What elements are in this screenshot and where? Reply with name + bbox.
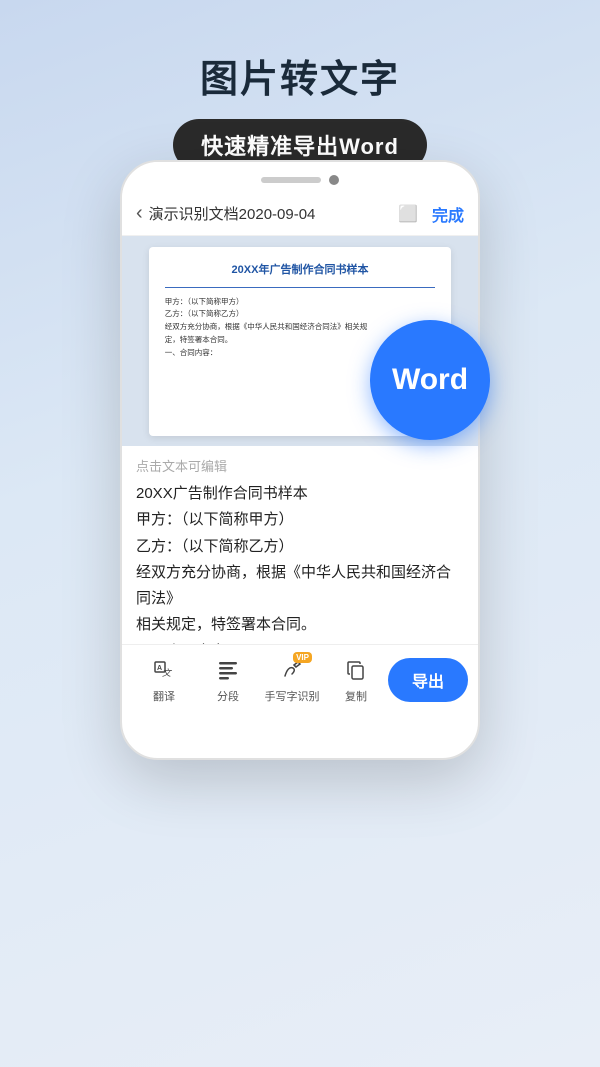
notch-bar [261, 177, 321, 183]
translate-label: 翻译 [153, 688, 175, 704]
text-line-jingfs: 经双方充分协商，根据《中华人民共和国经济合同法》 [136, 560, 464, 613]
text-content-area[interactable]: 点击文本可编辑 20XX广告制作合同书样本 甲方：（以下简称甲方） 乙方：（以下… [122, 446, 478, 644]
doc-title-text: 演示识别文档2020-09-04 [149, 203, 398, 224]
text-line-hetong: 一、合同内容： [136, 639, 464, 645]
phone-mockup: Word ‹ 演示识别文档2020-09-04 ⬜ 完成 20XX年广告制作合同… [120, 160, 480, 880]
copy-label: 复制 [345, 688, 367, 704]
toolbar-copy[interactable]: 复制 [324, 656, 388, 704]
toolbar-handwriting[interactable]: VIP 手写字识别 [260, 656, 324, 704]
doc-line-2: 乙方：（以下简称乙方） [165, 308, 436, 321]
handwriting-label: 手写字识别 [265, 688, 320, 704]
export-button[interactable]: 导出 [388, 658, 468, 702]
phone-body: 20XX年广告制作合同书样本 甲方：（以下简称甲方） 乙方：（以下简称乙方） 经… [122, 236, 478, 644]
doc-paper-title: 20XX年广告制作合同书样本 [165, 261, 436, 277]
word-badge: Word [370, 320, 490, 440]
doc-line-1: 甲方：（以下简称甲方） [165, 296, 436, 309]
done-button[interactable]: 完成 [432, 202, 464, 226]
phone-content: ‹ 演示识别文档2020-09-04 ⬜ 完成 20XX年广告制作合同书样本 甲… [122, 192, 478, 714]
export-square-icon[interactable]: ⬜ [398, 204, 418, 224]
editable-hint: 点击文本可编辑 [136, 456, 464, 475]
text-line-yi: 乙方：（以下简称乙方） [136, 534, 464, 560]
text-line-jia: 甲方：（以下简称甲方） [136, 507, 464, 533]
phone-header: ‹ 演示识别文档2020-09-04 ⬜ 完成 [122, 192, 478, 236]
paragraph-icon [214, 656, 242, 684]
vip-badge: VIP [293, 652, 312, 663]
notch-dot [329, 175, 339, 185]
paragraph-label: 分段 [217, 688, 239, 704]
phone-frame: ‹ 演示识别文档2020-09-04 ⬜ 完成 20XX年广告制作合同书样本 甲… [120, 160, 480, 760]
text-line-title: 20XX广告制作合同书样本 [136, 481, 464, 507]
toolbar-paragraph[interactable]: 分段 [196, 656, 260, 704]
phone-notch [122, 162, 478, 192]
back-icon[interactable]: ‹ [136, 202, 143, 225]
phone-toolbar: A 文 翻译 [122, 644, 478, 714]
handwriting-icon: VIP [278, 656, 306, 684]
translate-icon: A 文 [150, 656, 178, 684]
doc-paper-divider [165, 287, 436, 288]
main-title: 图片转文字 [0, 48, 600, 103]
toolbar-translate[interactable]: A 文 翻译 [132, 656, 196, 704]
text-line-xianggui: 相关规定，特签署本合同。 [136, 612, 464, 638]
copy-icon [342, 656, 370, 684]
extracted-text: 20XX广告制作合同书样本 甲方：（以下简称甲方） 乙方：（以下简称乙方） 经双… [136, 481, 464, 644]
svg-text:文: 文 [162, 668, 173, 678]
